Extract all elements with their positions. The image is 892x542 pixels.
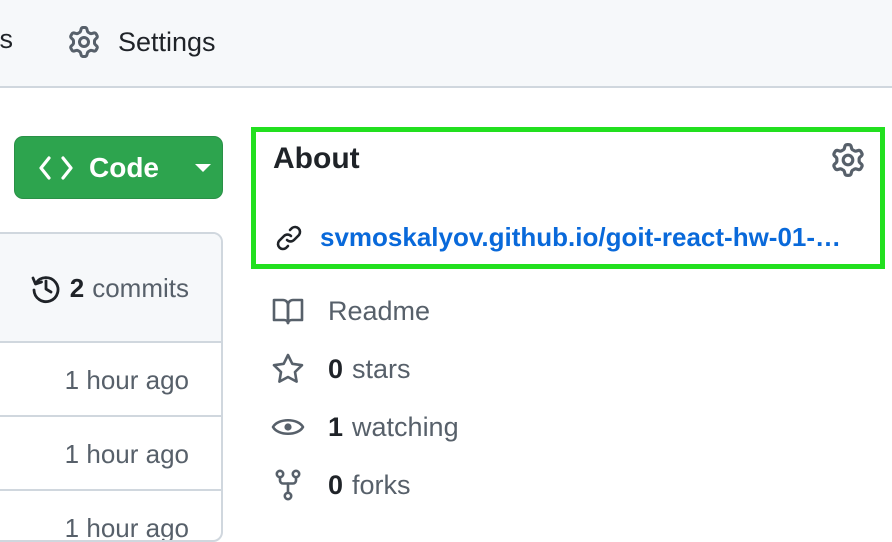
file-row[interactable]: 1 hour ago — [0, 417, 221, 491]
stars-link[interactable]: 0 stars — [271, 349, 411, 389]
tab-insights[interactable]: ts — [0, 24, 13, 55]
gear-icon — [69, 26, 99, 58]
forks-label: forks — [352, 469, 411, 500]
file-row-age: 1 hour ago — [64, 439, 189, 469]
commit-count: 2 — [69, 272, 85, 303]
file-row[interactable]: 1 hour ago — [0, 491, 221, 542]
file-row[interactable]: 1 hour ago — [0, 343, 221, 417]
forks-link[interactable]: 0 forks — [271, 465, 411, 505]
code-icon — [39, 156, 73, 180]
watching-label: watching — [352, 411, 459, 442]
code-dropdown-button[interactable]: Code — [14, 136, 223, 199]
stars-label: stars — [352, 353, 411, 384]
file-list: 2 commits 1 hour ago 1 hour ago 1 hour a… — [0, 232, 223, 542]
about-title: About — [273, 142, 360, 175]
website-link[interactable]: svmoskalyov.github.io/goit-react-hw-01-c… — [320, 222, 850, 253]
eye-icon — [271, 418, 305, 436]
commits-link[interactable]: 2 commits — [30, 272, 189, 304]
gear-icon[interactable] — [831, 143, 865, 177]
star-icon — [272, 353, 304, 383]
file-row-age: 1 hour ago — [64, 365, 189, 395]
file-row-age: 1 hour ago — [64, 513, 189, 542]
watching-count: 1 — [328, 411, 344, 442]
repo-nav-bar: ts Settings — [0, 0, 892, 88]
code-button-label: Code — [89, 152, 159, 183]
watching-link[interactable]: 1 watching — [271, 407, 459, 447]
stars-count: 0 — [328, 353, 344, 384]
readme-link[interactable]: Readme — [271, 291, 430, 331]
book-icon — [272, 298, 304, 325]
caret-down-icon — [195, 164, 211, 172]
repo-forked-icon — [275, 469, 301, 501]
file-list-header: 2 commits — [0, 234, 221, 343]
forks-count: 0 — [328, 469, 344, 500]
readme-label: Readme — [328, 295, 431, 326]
history-icon — [31, 276, 60, 303]
link-icon — [276, 225, 302, 251]
tab-settings[interactable]: Settings — [68, 22, 216, 62]
commits-label: commits — [92, 272, 189, 303]
tab-settings-label: Settings — [118, 26, 216, 57]
